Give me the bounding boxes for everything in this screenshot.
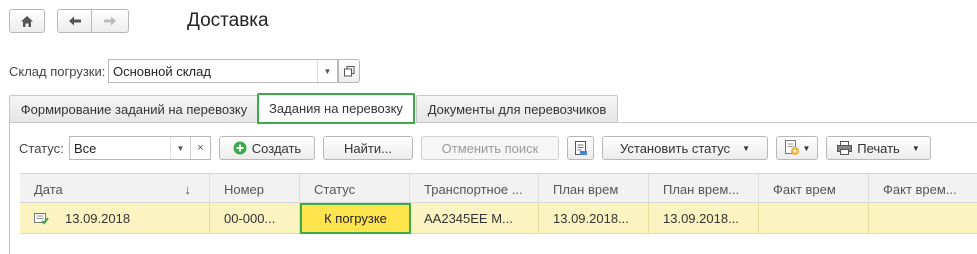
table-row[interactable]: 13.09.2018 00-000... К погрузке АА2345ЕЕ… <box>20 203 977 234</box>
plus-circle-icon <box>233 141 247 155</box>
find-button[interactable]: Найти... <box>323 136 413 160</box>
document-settings-icon <box>784 140 800 156</box>
cell-date: 13.09.2018 <box>20 203 210 234</box>
arrow-right-icon <box>103 15 117 27</box>
status-badge: К погрузке <box>300 203 411 234</box>
open-warehouse-button[interactable] <box>338 59 360 83</box>
status-filter-select[interactable]: Все ▼ × <box>69 136 211 160</box>
set-status-button-label: Установить статус <box>620 140 731 156</box>
status-label: Статус: <box>19 141 64 156</box>
printer-icon <box>837 141 853 155</box>
chevron-down-icon: ▼ <box>802 143 811 153</box>
document-posted-icon <box>34 212 49 225</box>
column-header-date[interactable]: Дата ↓ <box>20 174 210 204</box>
back-button[interactable] <box>57 9 92 33</box>
cancel-search-button[interactable]: Отменить поиск <box>421 136 559 160</box>
chevron-down-icon: ▼ <box>911 143 920 153</box>
open-window-icon <box>343 65 355 77</box>
tab-carrier-documents[interactable]: Документы для перевозчиков <box>416 95 618 122</box>
cell-plan-time: 13.09.2018... <box>539 203 649 234</box>
home-icon <box>20 15 34 28</box>
cell-transport: АА2345ЕЕ М... <box>410 203 539 234</box>
documents-menu-button[interactable]: ▼ <box>776 136 818 160</box>
create-button-label: Создать <box>251 140 302 156</box>
cell-number: 00-000... <box>210 203 300 234</box>
print-button-label: Печать <box>857 140 900 156</box>
tab-panel-left-border <box>9 122 10 254</box>
create-button[interactable]: Создать <box>219 136 315 160</box>
arrow-left-icon <box>68 15 82 27</box>
tab-panel-border <box>9 122 977 123</box>
column-header-plan-time-2[interactable]: План врем... <box>649 174 759 204</box>
column-header-fact-time-2[interactable]: Факт врем... <box>869 174 977 204</box>
print-button[interactable]: Печать ▼ <box>826 136 931 160</box>
warehouse-value: Основной склад <box>113 63 211 79</box>
status-filter-value: Все <box>74 140 97 156</box>
column-header-plan-time[interactable]: План врем <box>539 174 649 204</box>
column-header-fact-time[interactable]: Факт врем <box>759 174 869 204</box>
column-header-number[interactable]: Номер <box>210 174 300 204</box>
cell-fact-time <box>759 203 869 234</box>
chevron-down-icon[interactable]: ▼ <box>170 137 190 159</box>
cell-plan-time-2: 13.09.2018... <box>649 203 759 234</box>
chevron-down-icon: ▼ <box>742 143 750 153</box>
table-header: Дата ↓ Номер Статус Транспортное ... Пла… <box>20 173 977 204</box>
home-button[interactable] <box>9 9 45 33</box>
report-icon <box>574 140 588 156</box>
page-title: Доставка <box>187 10 269 31</box>
warehouse-select[interactable]: Основной склад ▼ <box>108 59 338 83</box>
sort-down-icon: ↓ <box>184 181 192 197</box>
column-header-status[interactable]: Статус <box>300 174 410 204</box>
cell-fact-time-2 <box>869 203 977 234</box>
column-header-transport[interactable]: Транспортное ... <box>410 174 539 204</box>
warehouse-label: Склад погрузки: <box>9 64 106 79</box>
clear-icon[interactable]: × <box>190 137 210 159</box>
forward-button[interactable] <box>91 9 129 33</box>
report-button[interactable] <box>567 136 594 160</box>
set-status-button[interactable]: Установить статус ▼ <box>602 136 768 160</box>
cell-status: К погрузке <box>300 203 411 234</box>
tab-form-tasks[interactable]: Формирование заданий на перевозку <box>9 95 259 122</box>
tab-transport-tasks[interactable]: Задания на перевозку <box>257 93 415 124</box>
chevron-down-icon[interactable]: ▼ <box>317 60 337 82</box>
